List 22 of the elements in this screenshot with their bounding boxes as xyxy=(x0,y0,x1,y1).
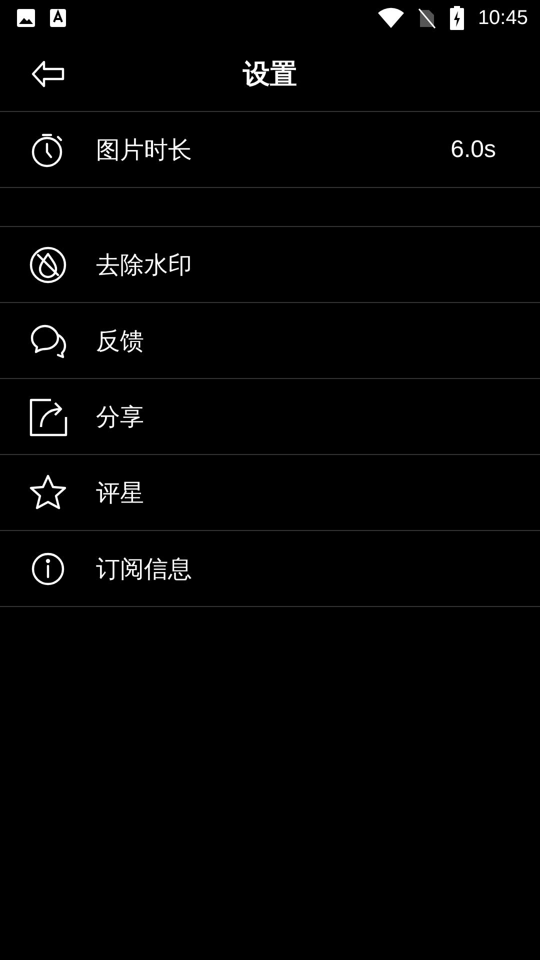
font-icon xyxy=(50,8,66,28)
row-label: 图片时长 xyxy=(96,134,193,166)
settings-row[interactable]: 分享 xyxy=(0,379,540,455)
settings-row[interactable]: 评星 xyxy=(0,455,540,531)
no-sim-icon xyxy=(418,7,436,29)
wifi-icon xyxy=(378,7,404,29)
battery-charging-icon xyxy=(450,6,464,30)
row-label: 评星 xyxy=(96,478,145,508)
row-label: 订阅信息 xyxy=(96,554,193,584)
share-icon xyxy=(28,396,68,436)
page-title: 设置 xyxy=(243,58,297,92)
settings-row[interactable]: 订阅信息 xyxy=(0,531,540,607)
settings-row[interactable]: 反馈 xyxy=(0,303,540,379)
row-label: 反馈 xyxy=(96,326,145,356)
settings-row[interactable]: 图片时长 6.0s xyxy=(0,112,540,188)
row-label: 分享 xyxy=(96,402,145,432)
image-icon xyxy=(16,8,36,28)
row-value: 6.0s xyxy=(450,136,496,164)
no-water-drop-icon xyxy=(28,244,68,284)
settings-row[interactable]: 去除水印 xyxy=(0,227,540,303)
status-time: 10:45 xyxy=(478,6,528,30)
row-label: 去除水印 xyxy=(96,250,193,280)
